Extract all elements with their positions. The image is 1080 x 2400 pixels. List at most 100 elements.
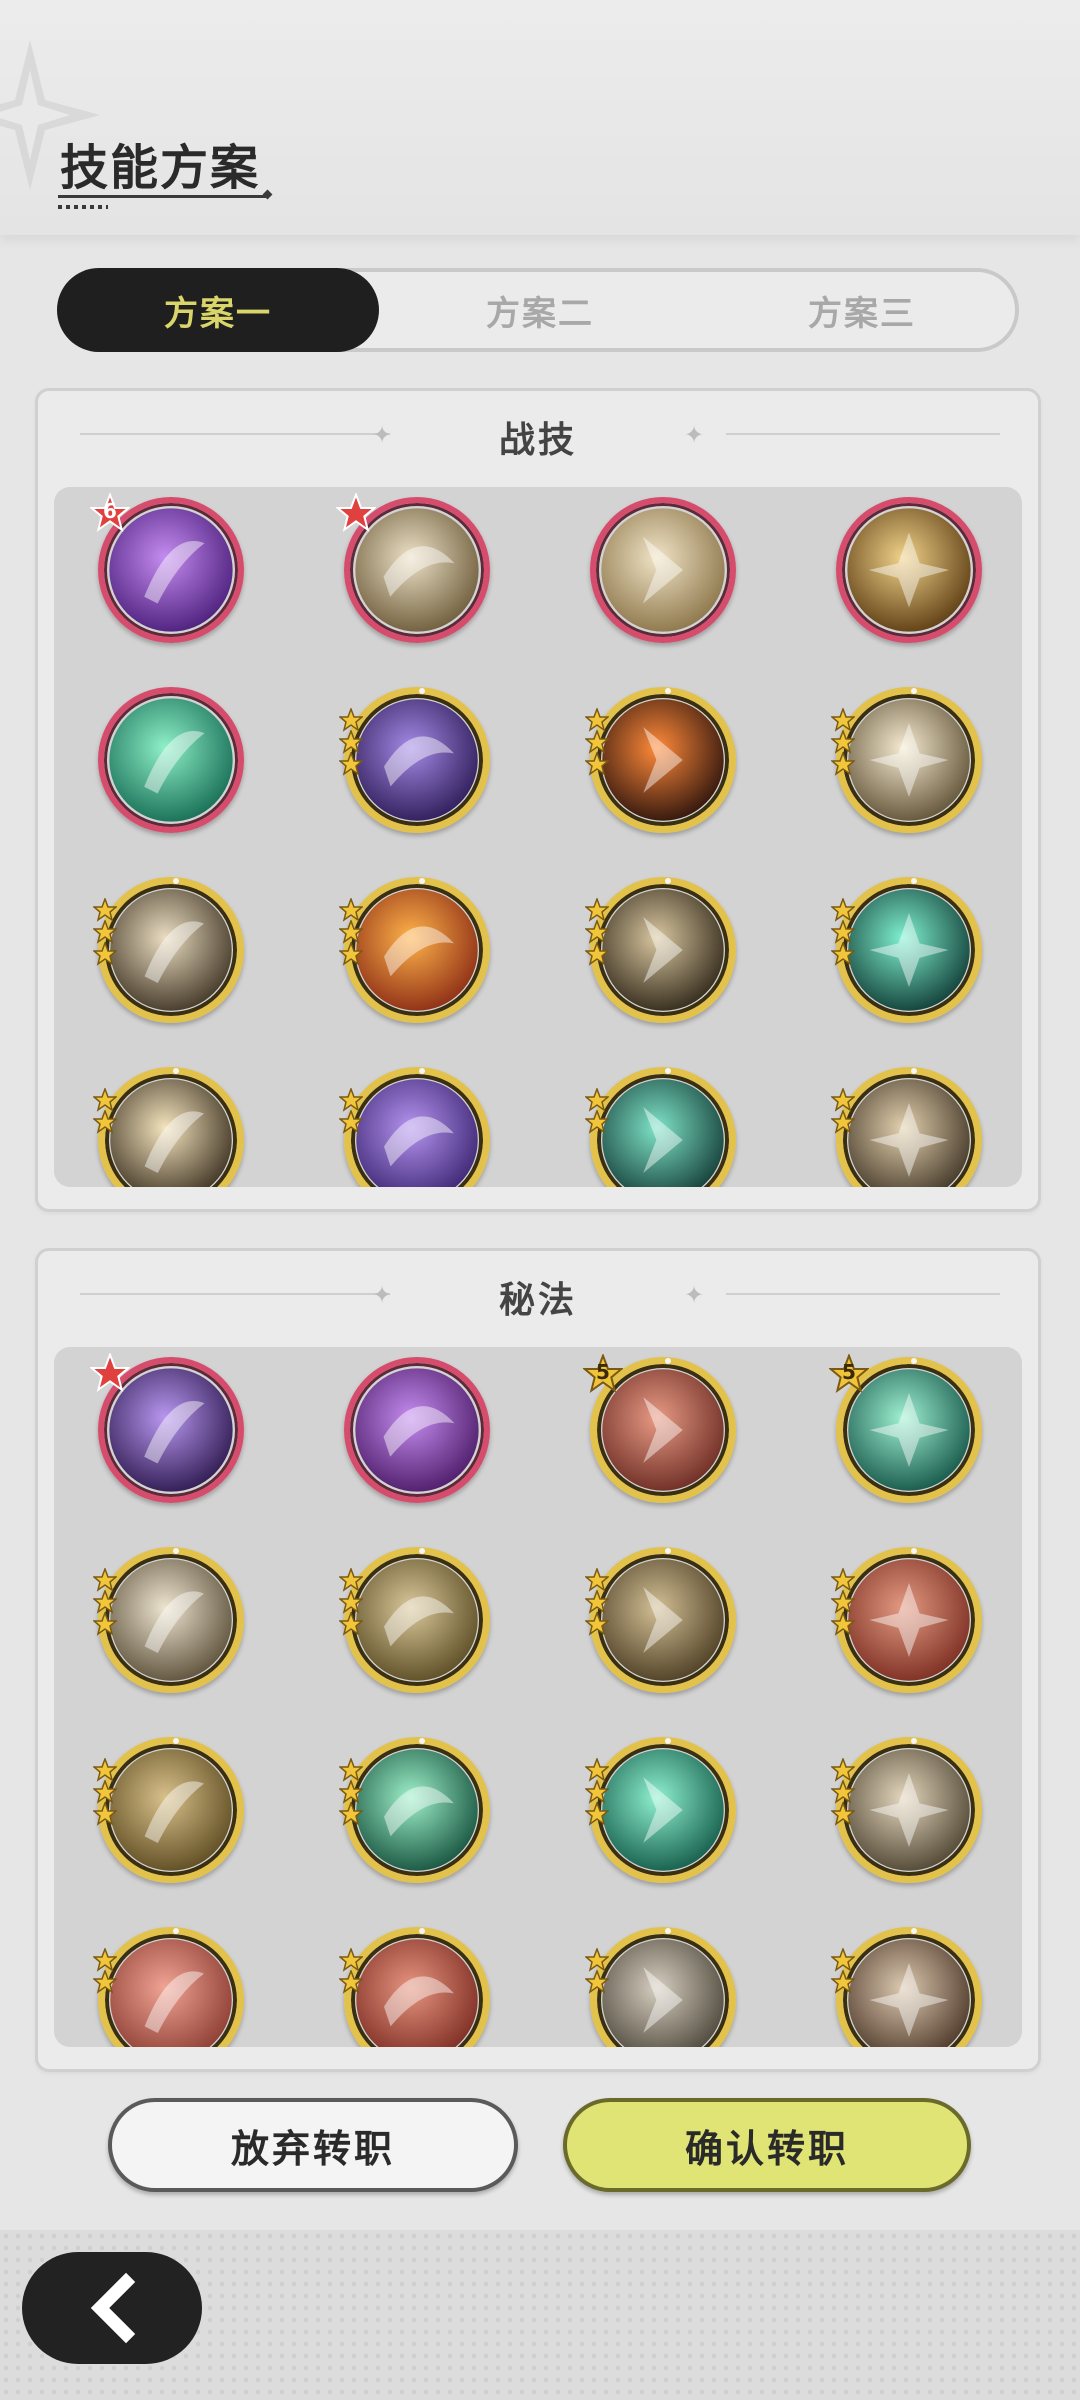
star-icon: [339, 708, 363, 732]
heal-totem-skill-icon[interactable]: 5: [827, 1352, 982, 1503]
fire-slash-skill-icon[interactable]: [585, 687, 736, 833]
frame-top-dot: [173, 1548, 179, 1554]
burst-skill-icon[interactable]: [93, 1067, 244, 1187]
frame-top-dot: [173, 1068, 179, 1074]
arcane-skill-grid[interactable]: 55: [54, 1347, 1022, 2047]
shadow-claw-skill-icon[interactable]: [339, 687, 490, 833]
rank-stars: [585, 898, 613, 966]
rage-fist-skill-icon[interactable]: 5: [581, 1352, 736, 1503]
tab-plan-1[interactable]: 方案一: [57, 268, 379, 352]
spike-skill-icon[interactable]: [831, 1067, 982, 1187]
star-icon: [339, 1088, 363, 1112]
star-icon: [93, 1612, 117, 1636]
skill-art: [602, 699, 724, 821]
crack-skill-icon[interactable]: [831, 1547, 982, 1693]
rank-stars: [93, 1758, 121, 1826]
star-icon: [831, 730, 855, 754]
star-icon: [831, 920, 855, 944]
tab-plan-2[interactable]: 方案二: [379, 268, 701, 352]
rank-stars: [831, 1568, 859, 1636]
back-button[interactable]: [22, 2252, 202, 2364]
star-icon: [339, 1612, 363, 1636]
star-icon: [585, 1780, 609, 1804]
star-icon: [831, 1590, 855, 1614]
skill-art: [356, 889, 478, 1011]
golem-skill-icon[interactable]: [339, 1547, 490, 1693]
skill-art: [110, 1559, 232, 1681]
frame-top-dot: [419, 688, 425, 694]
heart-heal-skill-icon[interactable]: [339, 1737, 490, 1883]
crescent-blade-skill-icon[interactable]: [585, 877, 736, 1023]
star-icon: [339, 942, 363, 966]
flame-sword-skill-icon[interactable]: [93, 1927, 244, 2047]
red-star-icon: [334, 491, 378, 533]
plan-tabs: 方案一 方案二 方案三: [57, 268, 1019, 352]
rank-stars: [831, 1758, 859, 1826]
frame-top-dot: [911, 1358, 917, 1364]
purple-heart-skill-icon[interactable]: 6: [88, 491, 244, 643]
skill-art: [602, 1079, 724, 1187]
skill-art: [848, 1079, 970, 1187]
green-ascend-skill-icon[interactable]: [98, 687, 244, 833]
skill-art: [356, 1079, 478, 1187]
star-icon: [831, 1948, 855, 1972]
wind-slash-skill-icon[interactable]: [590, 497, 736, 643]
star-icon: [585, 1590, 609, 1614]
red-star-icon: [88, 1351, 132, 1393]
rank-number: 5: [842, 1360, 856, 1384]
star-icon: [339, 898, 363, 922]
cross-slash-skill-icon[interactable]: [93, 877, 244, 1023]
stone-sword-skill-icon[interactable]: [585, 1927, 736, 2047]
shield-heal-skill-icon[interactable]: [831, 1737, 982, 1883]
rank-stars: [93, 1088, 121, 1134]
rank-stars: [585, 708, 613, 776]
frame-top-dot: [665, 1738, 671, 1744]
star-icon: [93, 1802, 117, 1826]
star-icon: [831, 1780, 855, 1804]
skill-art: [848, 699, 970, 821]
star-icon: [93, 898, 117, 922]
star-icon: [585, 1758, 609, 1782]
frame-top-dot: [911, 1738, 917, 1744]
combat-skills-panel: ✦ 战技 ✦ 6: [35, 388, 1041, 1212]
jade-sword-skill-icon[interactable]: [831, 877, 982, 1023]
frame-top-dot: [419, 878, 425, 884]
star-icon: [93, 1590, 117, 1614]
violet-wave-skill-icon[interactable]: [339, 1067, 490, 1187]
sparkle-icon: ✦: [684, 1281, 705, 1309]
star-icon: [831, 1802, 855, 1826]
rank-badge: [334, 491, 378, 533]
arcane-section-header: ✦ 秘法 ✦: [38, 1251, 1038, 1341]
grasping-hand-skill-icon[interactable]: [334, 491, 490, 643]
emerald-blade-skill-icon[interactable]: [585, 1737, 736, 1883]
star-icon: [93, 942, 117, 966]
skill-art: [601, 508, 725, 632]
abandon-class-change-button[interactable]: 放弃转职: [108, 2098, 518, 2192]
beast-skill-icon[interactable]: [585, 1547, 736, 1693]
rank-stars: [831, 1088, 859, 1134]
arcane-skills-panel: ✦ 秘法 ✦ 55: [35, 1248, 1041, 2072]
rank-stars: [339, 898, 367, 966]
confirm-class-change-button[interactable]: 确认转职: [563, 2098, 971, 2192]
crimson-guard-skill-icon[interactable]: [339, 1927, 490, 2047]
frame-top-dot: [173, 878, 179, 884]
skill-art: [848, 1939, 970, 2047]
flame-sigil-skill-icon[interactable]: [339, 877, 490, 1023]
light-strike-skill-icon[interactable]: [831, 687, 982, 833]
rank-stars: [585, 1948, 613, 1994]
armor-skill-icon[interactable]: [93, 1737, 244, 1883]
violet-flame-skill-icon[interactable]: [344, 1357, 490, 1503]
soul-aura-skill-icon[interactable]: [88, 1351, 244, 1503]
combat-section-title: 战技: [498, 420, 577, 461]
teal-dash-skill-icon[interactable]: [585, 1067, 736, 1187]
leaf-skill-icon[interactable]: [93, 1547, 244, 1693]
star-icon: [339, 752, 363, 776]
star-icon: [585, 1110, 609, 1134]
skill-art: [848, 1749, 970, 1871]
star-icon: [831, 752, 855, 776]
combat-skill-grid[interactable]: 6: [54, 487, 1022, 1187]
star-icon: [339, 1802, 363, 1826]
heart-shield-skill-icon[interactable]: [831, 1927, 982, 2047]
tab-plan-3[interactable]: 方案三: [701, 268, 1023, 352]
golden-whirl-skill-icon[interactable]: [836, 497, 982, 643]
